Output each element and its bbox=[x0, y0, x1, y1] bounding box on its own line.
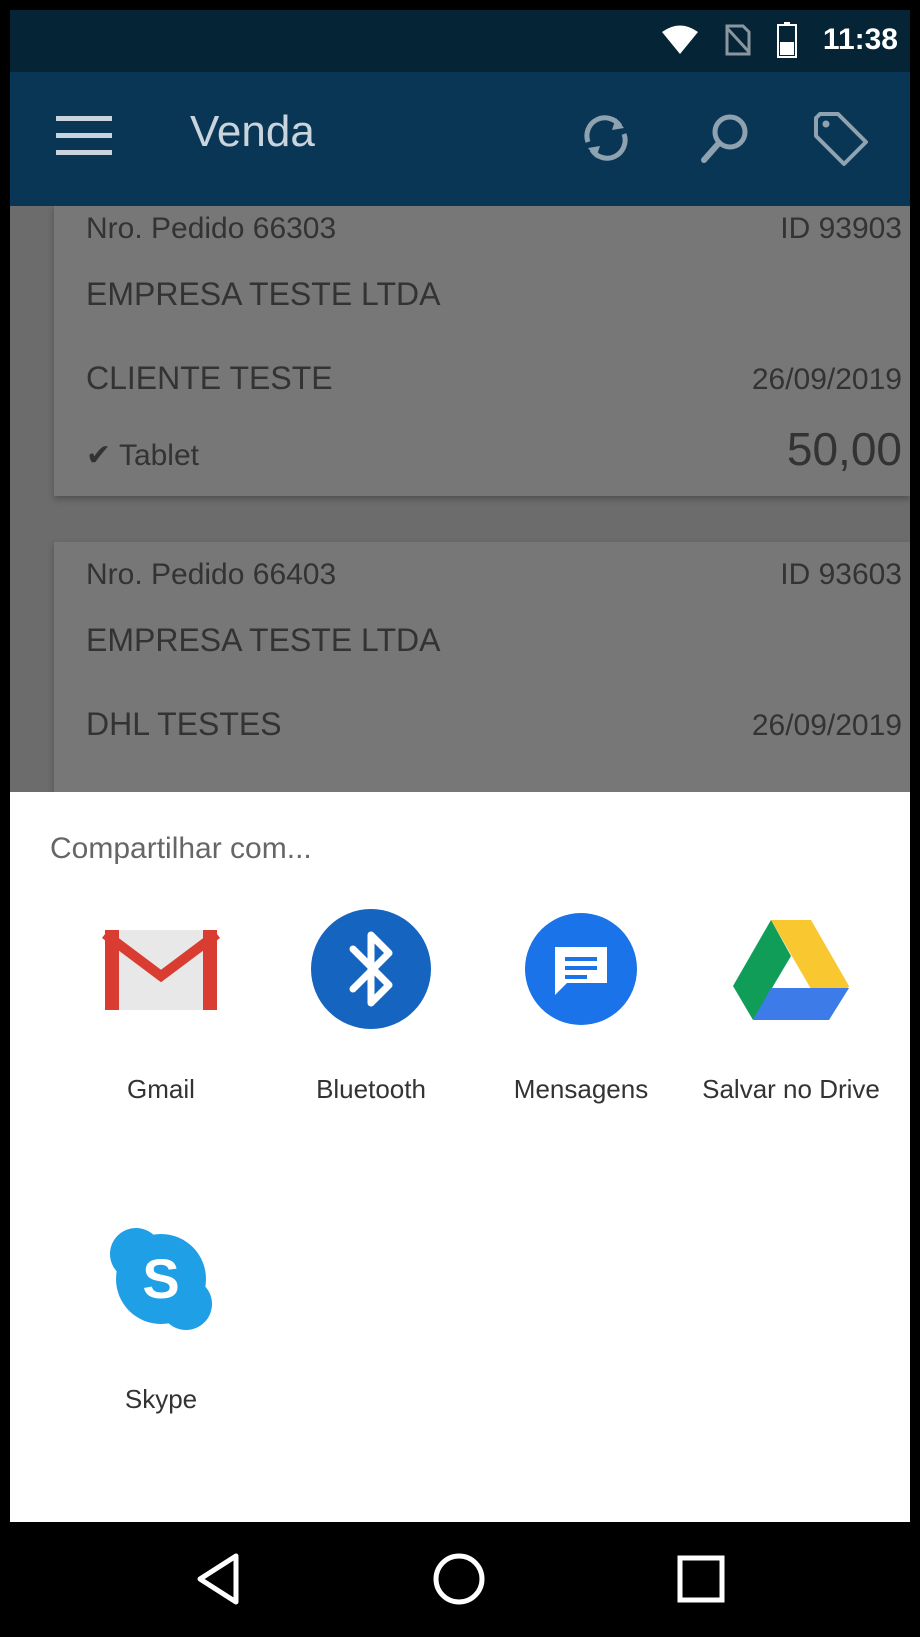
status-time: 11:38 bbox=[822, 23, 898, 56]
share-app-label: Mensagens bbox=[513, 1074, 649, 1104]
order-origin: ✔ Tablet bbox=[86, 438, 199, 473]
share-app-bluetooth[interactable]: Bluetooth bbox=[266, 906, 476, 1105]
status-bar: 11:38 bbox=[10, 10, 910, 72]
no-sim-icon bbox=[725, 24, 751, 56]
status-icons: 11:38 bbox=[661, 20, 898, 60]
skype-icon: S bbox=[110, 1228, 212, 1330]
share-app-label: Salvar no Drive bbox=[702, 1074, 880, 1104]
share-app-messages[interactable]: Mensagens bbox=[476, 906, 686, 1105]
drive-icon bbox=[733, 920, 849, 1020]
page-title: Venda bbox=[190, 107, 315, 156]
client-name: CLIENTE TESTE bbox=[86, 360, 333, 396]
svg-text:S: S bbox=[142, 1247, 179, 1310]
share-app-label: Bluetooth bbox=[316, 1074, 426, 1104]
sync-icon[interactable] bbox=[576, 108, 636, 168]
order-id: ID 93903 bbox=[780, 212, 902, 245]
wifi-icon bbox=[661, 25, 698, 54]
recents-icon[interactable] bbox=[666, 1544, 736, 1614]
back-icon[interactable] bbox=[186, 1544, 256, 1614]
order-date: 26/09/2019 bbox=[751, 709, 902, 742]
order-date: 26/09/2019 bbox=[751, 363, 902, 396]
share-app-gmail[interactable]: Gmail bbox=[56, 906, 266, 1105]
order-total: 50,00 bbox=[786, 423, 902, 475]
order-list: Nro. Pedido 66303 ID 93903 EMPRESA TESTE… bbox=[10, 206, 910, 792]
order-number: Nro. Pedido 66303 bbox=[86, 212, 337, 245]
navigation-bar bbox=[10, 1522, 910, 1637]
company-name: EMPRESA TESTE LTDA bbox=[86, 276, 441, 312]
client-name: DHL TESTES bbox=[86, 706, 282, 742]
home-icon[interactable] bbox=[424, 1544, 494, 1614]
share-sheet: Compartilhar com... Gmail Bluetooth Mens… bbox=[10, 792, 910, 1522]
share-app-label: Skype bbox=[124, 1384, 198, 1414]
share-sheet-title: Compartilhar com... bbox=[50, 832, 312, 865]
share-app-skype[interactable]: S Skype bbox=[56, 1216, 266, 1415]
order-id: ID 93603 bbox=[780, 558, 902, 591]
search-icon[interactable] bbox=[696, 108, 756, 168]
origin-label: Tablet bbox=[118, 439, 199, 472]
check-icon: ✔ bbox=[86, 439, 119, 472]
order-number: Nro. Pedido 66403 bbox=[86, 558, 337, 591]
share-app-label: Gmail bbox=[127, 1074, 195, 1104]
order-card[interactable]: Nro. Pedido 66303 ID 93903 EMPRESA TESTE… bbox=[54, 206, 910, 496]
battery-icon bbox=[776, 22, 797, 58]
gmail-icon bbox=[102, 930, 220, 1010]
company-name: EMPRESA TESTE LTDA bbox=[86, 622, 441, 658]
share-app-drive[interactable]: Salvar no Drive bbox=[686, 906, 896, 1105]
app-bar: Venda bbox=[10, 72, 910, 206]
messages-icon bbox=[525, 913, 637, 1025]
menu-icon[interactable] bbox=[56, 116, 112, 164]
tag-icon[interactable] bbox=[810, 108, 870, 168]
bluetooth-icon bbox=[311, 909, 431, 1029]
order-card[interactable]: Nro. Pedido 66403 ID 93603 EMPRESA TESTE… bbox=[54, 542, 910, 792]
